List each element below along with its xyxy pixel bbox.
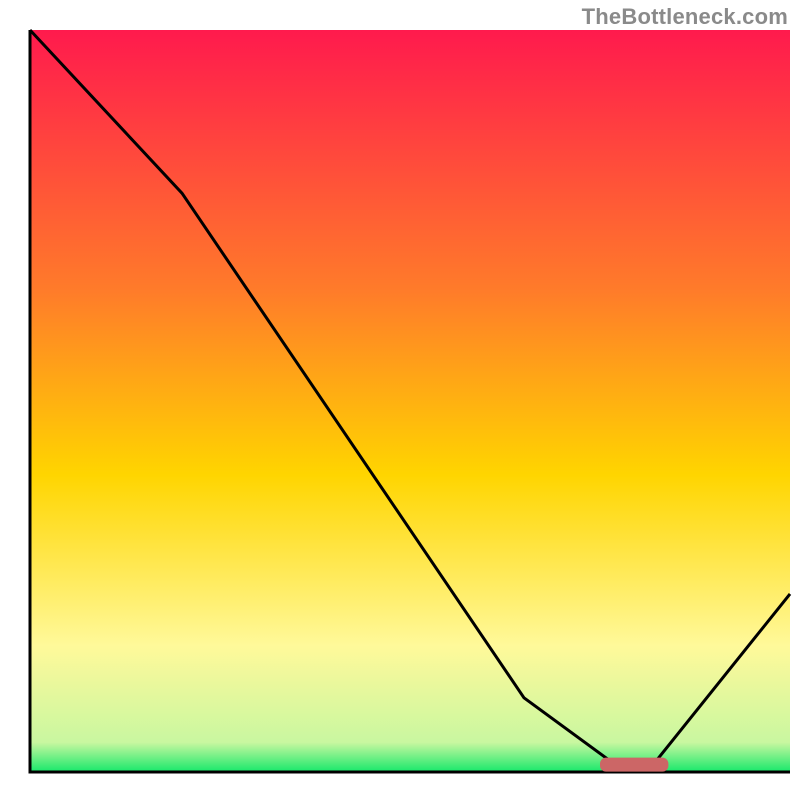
bottleneck-chart: [0, 0, 800, 800]
gradient-background: [30, 30, 790, 772]
optimal-range-marker: [600, 758, 668, 772]
chart-container: TheBottleneck.com: [0, 0, 800, 800]
watermark-text: TheBottleneck.com: [582, 4, 788, 30]
